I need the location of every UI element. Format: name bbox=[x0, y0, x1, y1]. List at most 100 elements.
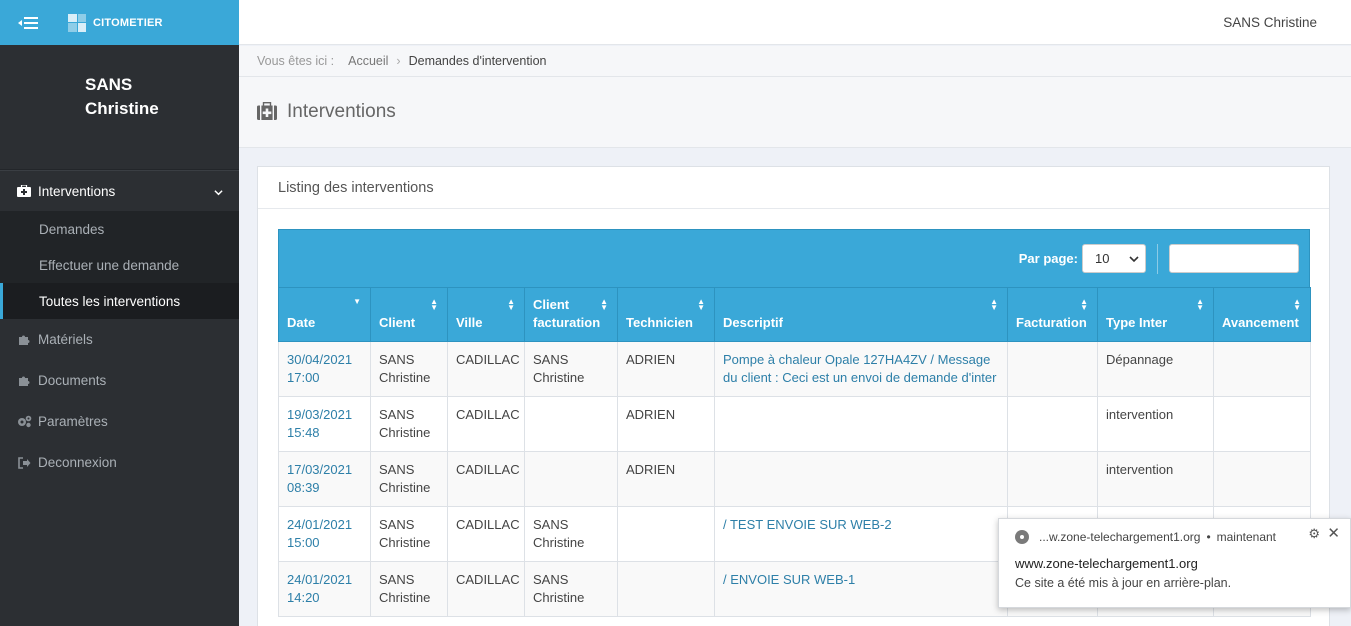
brand-logo[interactable]: CITOMETIER bbox=[56, 13, 163, 32]
browser-notification[interactable]: ...w.zone-telechargement1.org • maintena… bbox=[998, 518, 1351, 608]
column-header-client[interactable]: Client ▲ ▼ bbox=[370, 287, 448, 342]
page-header: Interventions bbox=[239, 77, 1351, 148]
sort-icon: ▲ ▼ bbox=[1196, 297, 1204, 312]
cell-descriptif[interactable]: / ENVOIE SUR WEB-1 bbox=[714, 561, 1008, 617]
cell-descriptif[interactable]: Pompe à chaleur Opale 127HA4ZV / Message… bbox=[714, 341, 1008, 397]
menu-toggle-button[interactable] bbox=[0, 0, 56, 45]
cell-client: SANS Christine bbox=[370, 396, 448, 452]
table-row[interactable]: 30/04/2021 17:00 SANS Christine CADILLAC… bbox=[278, 341, 1311, 397]
search-input[interactable] bbox=[1169, 244, 1299, 273]
cell-type-inter: intervention bbox=[1097, 396, 1214, 452]
breadcrumb-home-link[interactable]: Accueil bbox=[348, 54, 388, 68]
sort-icon: ▲ ▼ bbox=[1293, 297, 1301, 312]
chevron-down-icon bbox=[1129, 255, 1139, 262]
sidebar-item-interventions[interactable]: Interventions bbox=[0, 170, 239, 211]
cell-ville: CADILLAC bbox=[447, 396, 525, 452]
sidebar-item-label: Documents bbox=[38, 373, 107, 388]
column-header-facturation[interactable]: Facturation ▲ ▼ bbox=[1007, 287, 1098, 342]
table-row[interactable]: 17/03/2021 08:39 SANS Christine CADILLAC… bbox=[278, 451, 1311, 507]
cell-date[interactable]: 24/01/2021 15:00 bbox=[278, 506, 371, 562]
sort-icon: ▲ ▼ bbox=[430, 297, 438, 312]
sidebar-subitem-effectuer-demande[interactable]: Effectuer une demande bbox=[0, 247, 239, 283]
medkit-icon bbox=[16, 183, 32, 199]
cell-descriptif[interactable] bbox=[714, 396, 1008, 452]
notification-time: maintenant bbox=[1216, 530, 1277, 544]
chevron-down-icon bbox=[214, 185, 223, 200]
panel-heading: Listing des interventions bbox=[258, 167, 1329, 209]
toolbar-divider bbox=[1157, 243, 1158, 274]
brand-name: CITOMETIER bbox=[93, 16, 163, 29]
cell-date[interactable]: 19/03/2021 15:48 bbox=[278, 396, 371, 452]
sidebar-subitem-toutes-interventions[interactable]: Toutes les interventions bbox=[0, 283, 239, 319]
notification-body: Ce site a été mis à jour en arrière-plan… bbox=[1015, 576, 1232, 590]
cell-client-facturation: SANS Christine bbox=[524, 506, 618, 562]
cell-ville: CADILLAC bbox=[447, 341, 525, 397]
cell-ville: CADILLAC bbox=[447, 561, 525, 617]
sidebar-item-label: Paramètres bbox=[38, 414, 108, 429]
sidebar-item-label: Matériels bbox=[38, 332, 93, 347]
cell-ville: CADILLAC bbox=[447, 506, 525, 562]
cell-type-inter: Dépannage bbox=[1097, 341, 1214, 397]
per-page-label: Par page: bbox=[1018, 251, 1078, 266]
cell-client: SANS Christine bbox=[370, 506, 448, 562]
cell-facturation bbox=[1007, 451, 1098, 507]
sidebar-user: SANS Christine bbox=[0, 45, 239, 170]
sidebar-item-documents[interactable]: Documents bbox=[0, 360, 239, 401]
cell-date[interactable]: 30/04/2021 17:00 bbox=[278, 341, 371, 397]
per-page-value: 10 bbox=[1095, 251, 1110, 266]
notification-header: ...w.zone-telechargement1.org • maintena… bbox=[1015, 530, 1276, 544]
close-icon[interactable]: ✕ bbox=[1327, 524, 1340, 542]
sidebar-item-label: Deconnexion bbox=[38, 455, 117, 470]
column-header-type-inter[interactable]: Type Inter ▲ ▼ bbox=[1097, 287, 1214, 342]
cell-type-inter: intervention bbox=[1097, 451, 1214, 507]
sidebar-item-materiels[interactable]: Matériels bbox=[0, 319, 239, 360]
table-row[interactable]: 19/03/2021 15:48 SANS Christine CADILLAC… bbox=[278, 396, 1311, 452]
sidebar-item-deconnexion[interactable]: Deconnexion bbox=[0, 442, 239, 483]
cell-descriptif[interactable]: / TEST ENVOIE SUR WEB-2 bbox=[714, 506, 1008, 562]
sidebar-item-parametres[interactable]: Paramètres bbox=[0, 401, 239, 442]
cell-descriptif[interactable] bbox=[714, 451, 1008, 507]
cell-ville: CADILLAC bbox=[447, 451, 525, 507]
table-toolbar: Par page: 10 bbox=[278, 229, 1310, 287]
cell-client-facturation: SANS Christine bbox=[524, 561, 618, 617]
sidebar-subitem-demandes[interactable]: Demandes bbox=[0, 211, 239, 247]
top-user-menu[interactable]: SANS Christine bbox=[1223, 15, 1317, 30]
cell-date[interactable]: 24/01/2021 14:20 bbox=[278, 561, 371, 617]
gears-icon bbox=[16, 414, 32, 430]
puzzle-icon bbox=[16, 332, 32, 348]
column-header-technicien[interactable]: Technicien ▲ ▼ bbox=[617, 287, 715, 342]
sort-icon: ▲ ▼ bbox=[1080, 297, 1088, 312]
breadcrumb: Vous êtes ici : Accueil › Demandes d'int… bbox=[239, 46, 1351, 77]
sort-icon: ▲ ▼ bbox=[507, 297, 515, 312]
sort-icon: ▲ ▼ bbox=[990, 297, 998, 312]
sort-icon: ▲ ▼ bbox=[600, 297, 608, 312]
puzzle-icon bbox=[16, 373, 32, 389]
cell-client-facturation: SANS Christine bbox=[524, 341, 618, 397]
sort-icon: ▲ ▼ bbox=[697, 297, 705, 312]
breadcrumb-separator-icon: › bbox=[396, 54, 401, 68]
menu-icon bbox=[18, 16, 38, 29]
page-title: Interventions bbox=[287, 101, 396, 122]
notification-dot: • bbox=[1206, 530, 1211, 544]
cell-client: SANS Christine bbox=[370, 451, 448, 507]
cell-avancement bbox=[1213, 341, 1311, 397]
cell-client: SANS Christine bbox=[370, 561, 448, 617]
per-page-select[interactable]: 10 bbox=[1082, 244, 1146, 273]
column-header-avancement[interactable]: Avancement ▲ ▼ bbox=[1213, 287, 1311, 342]
cell-date[interactable]: 17/03/2021 08:39 bbox=[278, 451, 371, 507]
column-header-date[interactable]: Date ▼ bbox=[278, 287, 371, 342]
notification-title: www.zone-telechargement1.org bbox=[1015, 556, 1198, 571]
cell-client-facturation bbox=[524, 396, 618, 452]
breadcrumb-current: Demandes d'intervention bbox=[408, 54, 547, 68]
column-header-descriptif[interactable]: Descriptif ▲ ▼ bbox=[714, 287, 1008, 342]
cell-client-facturation bbox=[524, 451, 618, 507]
sidebar-user-name: SANS Christine bbox=[85, 75, 159, 118]
cell-technicien bbox=[617, 506, 715, 562]
brand-bar: CITOMETIER bbox=[0, 0, 239, 45]
table-header-row: Date ▼ Client ▲ ▼ Ville ▲ ▼ Client facturatio… bbox=[278, 287, 1311, 342]
column-header-client-facturation[interactable]: Client facturation ▲ ▼ bbox=[524, 287, 618, 342]
column-header-ville[interactable]: Ville ▲ ▼ bbox=[447, 287, 525, 342]
cell-facturation bbox=[1007, 396, 1098, 452]
gear-icon[interactable]: ⚙ bbox=[1308, 526, 1320, 542]
cell-technicien bbox=[617, 561, 715, 617]
